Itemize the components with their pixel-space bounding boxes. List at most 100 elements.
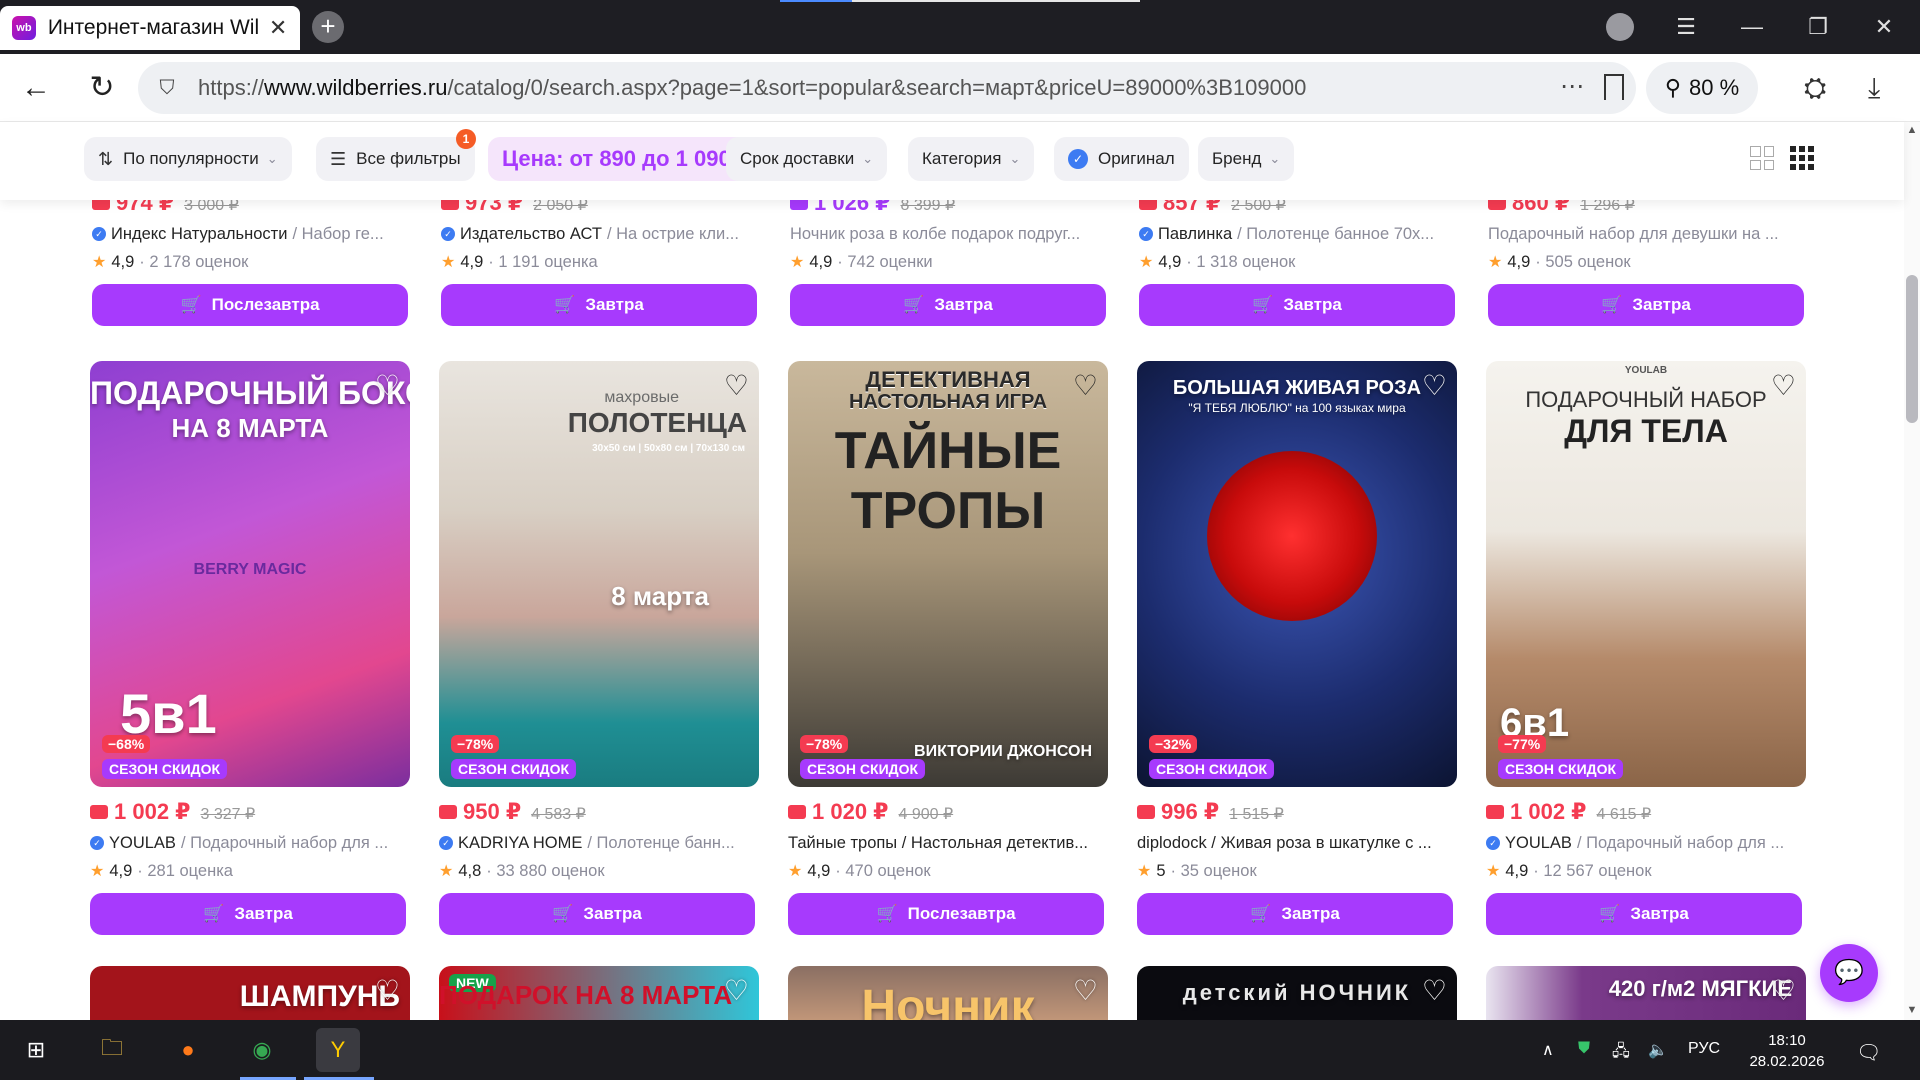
- add-to-cart-button[interactable]: 🛒 Послезавтра: [92, 284, 408, 326]
- favorite-heart-icon[interactable]: ♡: [1771, 369, 1796, 402]
- product-card[interactable]: YOULAB ПОДАРОЧНЫЙ НАБОР ДЛЯ ТЕЛА 6в1 ♡ −…: [1486, 361, 1806, 935]
- new-tab-button[interactable]: +: [312, 11, 344, 43]
- favorite-heart-icon[interactable]: ♡: [1073, 974, 1098, 1007]
- scroll-down-arrow-icon[interactable]: ▼: [1904, 1004, 1920, 1016]
- shield-icon[interactable]: ⛉: [154, 77, 180, 100]
- profile-icon[interactable]: [1606, 13, 1634, 41]
- product-image[interactable]: ШАМПУНЬ ♡: [90, 966, 410, 1020]
- favorite-heart-icon[interactable]: ♡: [1073, 369, 1098, 402]
- product-card[interactable]: ШАМПУНЬ ♡: [90, 966, 410, 1020]
- product-card[interactable]: Ночник ♡: [788, 966, 1108, 1020]
- browser-tab-active[interactable]: wb Интернет-магазин Wil ✕: [0, 6, 300, 50]
- wildberries-favicon-icon: wb: [12, 16, 36, 40]
- original-filter-chip[interactable]: ✓ Оригинал: [1054, 137, 1189, 181]
- favorite-heart-icon[interactable]: ♡: [724, 369, 749, 402]
- notifications-icon[interactable]: 🗨: [1856, 1040, 1881, 1065]
- add-to-cart-button[interactable]: 🛒 Завтра: [90, 893, 406, 935]
- delivery-date: Завтра: [1283, 295, 1342, 314]
- all-filters-button[interactable]: ☰ Все фильтры 1: [316, 129, 476, 181]
- product-image[interactable]: БОЛЬШАЯ ЖИВАЯ РОЗА "Я ТЕБЯ ЛЮБЛЮ" на 100…: [1137, 361, 1457, 787]
- firefox-icon[interactable]: ●: [166, 1028, 210, 1072]
- favorite-heart-icon[interactable]: ♡: [375, 974, 400, 1007]
- network-icon[interactable]: 🖧: [1612, 1040, 1630, 1067]
- back-arrow-icon[interactable]: ←: [18, 70, 54, 106]
- brand-dropdown[interactable]: Бренд ⌄: [1198, 137, 1295, 181]
- url-field[interactable]: ⛉ https://www.wildberries.ru/catalog/0/s…: [138, 62, 1636, 114]
- windows-start-icon[interactable]: ⊞: [14, 1028, 58, 1072]
- chrome-icon[interactable]: ◉: [240, 1028, 284, 1072]
- page-scrollbar[interactable]: [1904, 122, 1920, 1020]
- file-explorer-icon[interactable]: 🗀: [90, 1028, 134, 1072]
- tab-close-icon[interactable]: ✕: [268, 15, 288, 41]
- grid-large-view-icon[interactable]: [1750, 146, 1774, 170]
- chevron-down-icon: ⌄: [1009, 151, 1021, 166]
- product-card[interactable]: 1 026 ₽ 8 399 ₽ Ночник роза в колбе подар…: [790, 200, 1110, 326]
- product-card[interactable]: детский НОЧНИК ♡: [1137, 966, 1457, 1020]
- add-to-cart-button[interactable]: 🛒 Завтра: [1139, 284, 1455, 326]
- product-card[interactable]: махровые ПОЛОТЕНЦА 30x50 см | 50x80 см |…: [439, 361, 759, 935]
- product-image[interactable]: махровые ПОЛОТЕНЦА 30x50 см | 50x80 см |…: [439, 361, 759, 787]
- delivery-dropdown[interactable]: Срок доставки ⌄: [726, 137, 888, 181]
- volume-icon[interactable]: 🔈: [1648, 1040, 1668, 1060]
- search-icon: ⚲: [1664, 75, 1681, 100]
- product-card[interactable]: 974 ₽ 3 000 ₽ ✓ Индекс Натуральности / Набо…: [92, 200, 412, 326]
- add-to-cart-button[interactable]: 🛒 Завтра: [790, 284, 1106, 326]
- product-image[interactable]: Ночник ♡: [788, 966, 1108, 1020]
- yandex-browser-icon[interactable]: Y: [316, 1028, 360, 1072]
- system-clock[interactable]: 18:10 28.02.2026: [1742, 1030, 1832, 1072]
- minimize-icon[interactable]: —: [1732, 8, 1772, 46]
- filters-count-badge: 1: [456, 129, 476, 149]
- chat-button[interactable]: 💬: [1820, 944, 1878, 1002]
- scroll-up-arrow-icon[interactable]: ▲: [1904, 124, 1920, 136]
- product-card[interactable]: 420 г/м2 МЯГКИЕ ♡: [1486, 966, 1806, 1020]
- add-to-cart-button[interactable]: 🛒 Завтра: [1486, 893, 1802, 935]
- input-language[interactable]: РУС: [1688, 1040, 1720, 1058]
- price-row: 1 002 ₽ 4 615 ₽: [1486, 799, 1806, 827]
- product-card[interactable]: БОЛЬШАЯ ЖИВАЯ РОЗА "Я ТЕБЯ ЛЮБЛЮ" на 100…: [1137, 361, 1457, 935]
- product-image[interactable]: NEW ПОДАРОК НА 8 МАРТА ♡: [439, 966, 759, 1020]
- product-image[interactable]: ПОДАРОЧНЫЙ БОКС НА 8 МАРТА BERRY MAGIC 5…: [90, 361, 410, 787]
- sort-dropdown[interactable]: ⇅ По популярности ⌄: [84, 137, 292, 181]
- product-image[interactable]: YOULAB ПОДАРОЧНЫЙ НАБОР ДЛЯ ТЕЛА 6в1 ♡ −…: [1486, 361, 1806, 787]
- image-caption: ПОДАРОК НА 8 МАРТА: [439, 980, 733, 1010]
- verified-icon: ✓: [1139, 227, 1153, 241]
- window-close-icon[interactable]: ✕: [1864, 8, 1904, 46]
- product-card[interactable]: NEW ПОДАРОК НА 8 МАРТА ♡: [439, 966, 759, 1020]
- more-icon[interactable]: ⋯: [1560, 72, 1584, 101]
- add-to-cart-button[interactable]: 🛒 Завтра: [1137, 893, 1453, 935]
- product-card[interactable]: 857 ₽ 2 500 ₽ ✓ Павлинка / Полотенце банное…: [1139, 200, 1459, 326]
- product-image[interactable]: 420 г/м2 МЯГКИЕ ♡: [1486, 966, 1806, 1020]
- bookmark-icon[interactable]: [1604, 74, 1624, 100]
- security-shield-icon[interactable]: ⛊: [1578, 1040, 1590, 1058]
- add-to-cart-button[interactable]: 🛒 Завтра: [441, 284, 757, 326]
- favorite-heart-icon[interactable]: ♡: [375, 369, 400, 402]
- product-card[interactable]: ПОДАРОЧНЫЙ БОКС НА 8 МАРТА BERRY MAGIC 5…: [90, 361, 410, 935]
- brand-name: Павлинка: [1158, 224, 1233, 243]
- rating-value: 4,9: [1158, 252, 1182, 271]
- product-image[interactable]: ДЕТЕКТИВНАЯ НАСТОЛЬНАЯ ИГРА ТАЙНЫЕ ТРОПЫ…: [788, 361, 1108, 787]
- product-image[interactable]: детский НОЧНИК ♡: [1137, 966, 1457, 1020]
- restore-icon[interactable]: ❐: [1798, 8, 1838, 46]
- zoom-button[interactable]: ⚲ 80 %: [1646, 62, 1758, 114]
- product-card[interactable]: 860 ₽ 1 296 ₽ Подарочный набор для девушк…: [1488, 200, 1808, 326]
- extensions-icon[interactable]: ⛭: [1804, 72, 1826, 105]
- product-card[interactable]: ДЕТЕКТИВНАЯ НАСТОЛЬНАЯ ИГРА ТАЙНЫЕ ТРОПЫ…: [788, 361, 1108, 935]
- favorite-heart-icon[interactable]: ♡: [1422, 974, 1447, 1007]
- favorite-heart-icon[interactable]: ♡: [724, 974, 749, 1007]
- product-name: / На острие кли...: [606, 224, 739, 243]
- grid-small-view-icon[interactable]: [1790, 146, 1814, 170]
- scrollbar-thumb[interactable]: [1906, 275, 1918, 423]
- add-to-cart-button[interactable]: 🛒 Послезавтра: [788, 893, 1104, 935]
- category-dropdown[interactable]: Категория ⌄: [908, 137, 1035, 181]
- reload-icon[interactable]: ↻: [84, 70, 120, 106]
- download-icon[interactable]: ⤓: [1868, 72, 1880, 105]
- add-to-cart-button[interactable]: 🛒 Завтра: [439, 893, 755, 935]
- add-to-cart-button[interactable]: 🛒 Завтра: [1488, 284, 1804, 326]
- all-filters-label: Все фильтры: [356, 149, 461, 168]
- delivery-date: Завтра: [585, 295, 644, 314]
- menu-icon[interactable]: ☰: [1666, 8, 1706, 46]
- tray-chevron-up-icon[interactable]: ∧: [1542, 1040, 1554, 1060]
- product-card[interactable]: 973 ₽ 2 050 ₽ ✓ Издательство АСТ / На остри…: [441, 200, 761, 326]
- favorite-heart-icon[interactable]: ♡: [1771, 974, 1796, 1007]
- favorite-heart-icon[interactable]: ♡: [1422, 369, 1447, 402]
